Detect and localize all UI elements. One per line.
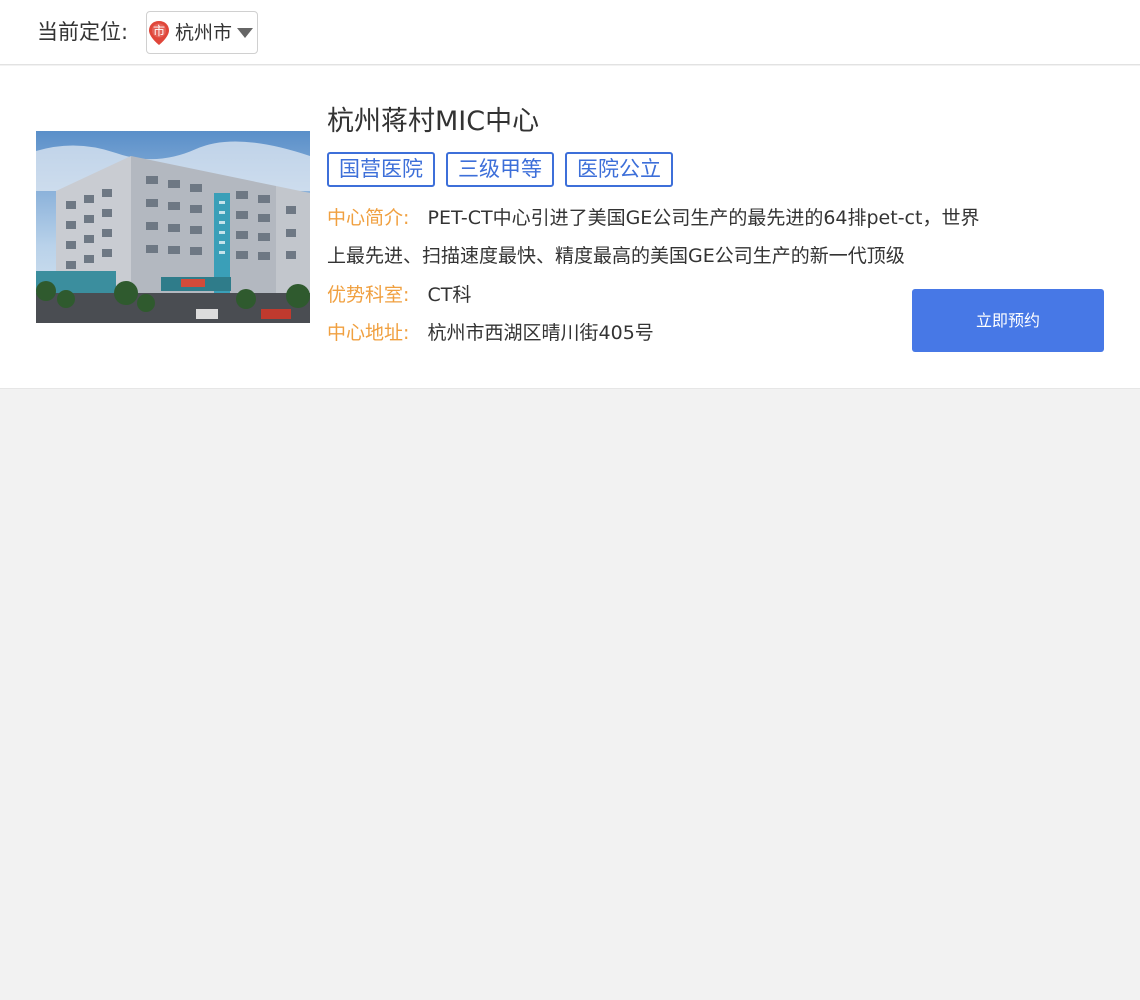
hospital-tags: 国营医院 三级甲等 医院公立 [327,152,673,187]
city-name: 杭州市 [175,22,233,44]
hospital-name: 杭州蒋村MIC中心 [327,106,540,137]
address-value: 杭州市西湖区晴川街405号 [427,322,654,344]
department-value: CT科 [427,284,472,306]
intro-row: 中心简介: PET-CT中心引进了美国GE公司生产的最先进的64排pet-ct，… [327,199,987,275]
department-row: 优势科室: CT科 [327,276,987,314]
svg-text:市: 市 [153,23,165,38]
chevron-down-icon [237,28,253,38]
tag-grade: 三级甲等 [446,152,554,187]
intro-label: 中心简介: [327,207,410,229]
tag-type: 医院公立 [565,152,673,187]
tag-ownership: 国营医院 [327,152,435,187]
address-label: 中心地址: [327,322,410,344]
book-now-button[interactable]: 立即预约 [912,289,1104,352]
intro-text: PET-CT中心引进了美国GE公司生产的最先进的64排pet-ct，世界上最先进… [327,207,980,267]
city-badge-icon: 市 [149,21,169,45]
top-bar: 当前定位: 市 杭州市 [0,0,1140,65]
department-label: 优势科室: [327,284,410,306]
hospital-photo [36,131,310,323]
location-label: 当前定位: [37,20,129,44]
address-row: 中心地址: 杭州市西湖区晴川街405号 [327,314,987,352]
city-selector[interactable]: 市 杭州市 [146,11,258,54]
hospital-card[interactable]: 杭州蒋村MIC中心 国营医院 三级甲等 医院公立 中心简介: PET-CT中心引… [0,66,1140,389]
